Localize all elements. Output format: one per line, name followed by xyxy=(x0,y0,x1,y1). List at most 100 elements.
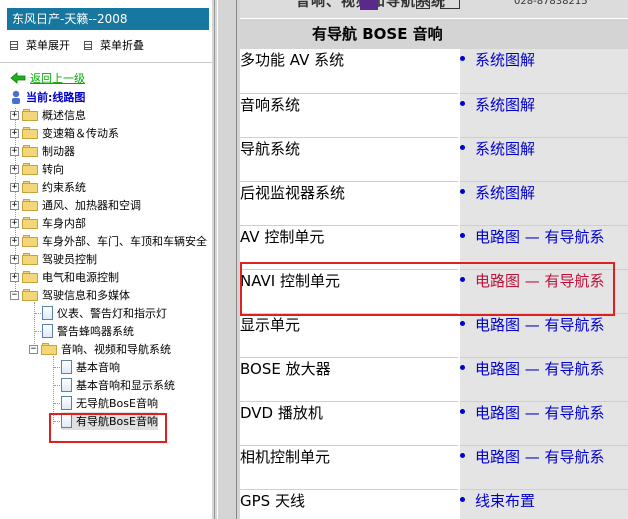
tree-item[interactable]: + 概述信息 xyxy=(10,106,86,124)
folder-icon xyxy=(22,253,38,265)
document-icon xyxy=(61,360,72,374)
back-arrow-icon xyxy=(10,72,26,84)
tree-item[interactable]: 无导航BosE音响 xyxy=(61,394,158,412)
tree-item[interactable]: + 车身内部 xyxy=(10,214,86,232)
component-name: GPS 天线 xyxy=(240,489,459,519)
tree-item[interactable]: + 通风、加热器和空调 xyxy=(10,196,141,214)
diagram-link[interactable]: 系统图解 xyxy=(475,96,535,114)
expand-icon[interactable]: + xyxy=(10,164,19,174)
table-row: GPS 天线 线束布置 xyxy=(240,489,628,519)
tree-connector xyxy=(54,403,60,404)
tree-connector xyxy=(35,331,41,332)
folder-icon xyxy=(22,181,38,193)
link-cell: 系统图解 xyxy=(458,49,628,94)
folder-icon xyxy=(22,127,38,139)
folder-icon xyxy=(22,199,38,211)
tree-connector xyxy=(54,385,60,386)
component-name: 相机控制单元 xyxy=(240,445,459,490)
bullet-icon xyxy=(461,100,465,106)
navigation-pane: 东风日产-天籁--2008 菜单展开 菜单折叠 返回上一级 当前:线路图 + 概述… xyxy=(0,0,212,519)
bullet-icon xyxy=(461,452,465,458)
tree-item[interactable]: + 电气和电源控制 xyxy=(10,268,119,286)
table-row: 多功能 AV 系统 系统图解 xyxy=(240,49,628,94)
link-cell: 系统图解 xyxy=(458,137,628,182)
tree-item[interactable]: + 车身外部、车门、车顶和车辆安全 xyxy=(10,232,207,250)
document-icon xyxy=(61,396,72,410)
component-name: 后视监视器系统 xyxy=(240,181,459,226)
link-cell: 电路图 — 有导航系 xyxy=(458,401,628,446)
collapse-menu-button[interactable]: 菜单折叠 xyxy=(84,37,144,53)
tree-item[interactable]: 仪表、警告灯和指示灯 xyxy=(42,304,167,322)
expand-icon[interactable]: + xyxy=(10,254,19,264)
expand-icon[interactable]: + xyxy=(10,200,19,210)
component-name: 显示单元 xyxy=(240,313,459,358)
folder-icon xyxy=(22,217,38,229)
tree-item[interactable]: 基本音响 xyxy=(61,358,120,376)
tree-item[interactable]: 警告蜂鸣器系统 xyxy=(42,322,134,340)
diagram-link[interactable]: 电路图 — 有导航系 xyxy=(475,360,605,378)
expand-menu-button[interactable]: 菜单展开 xyxy=(10,37,70,53)
tree-item[interactable]: + 变速箱＆传动系 xyxy=(10,124,119,142)
folder-icon xyxy=(22,145,38,157)
vehicle-title: 东风日产-天籁--2008 xyxy=(7,8,209,30)
tree-item[interactable]: + 驾驶员控制 xyxy=(10,250,97,268)
expand-menu-label: 菜单展开 xyxy=(26,39,70,52)
bullet-icon xyxy=(461,232,465,238)
frame-splitter[interactable] xyxy=(212,0,240,519)
back-label: 返回上一级 xyxy=(30,72,85,85)
table-row: DVD 播放机 电路图 — 有导航系 xyxy=(240,401,628,446)
diagram-link[interactable]: 系统图解 xyxy=(475,184,535,202)
diagram-link[interactable]: 电路图 — 有导航系 xyxy=(475,404,605,422)
person-icon xyxy=(12,90,20,104)
table-row: 导航系统 系统图解 xyxy=(240,137,628,182)
content-pane: 音响、视频和导航系统 028-87838215 有导航 BOSE 音响 多功能 … xyxy=(240,0,628,519)
diagram-link[interactable]: 线束布置 xyxy=(475,492,535,510)
tree-connector xyxy=(54,367,60,368)
bullet-icon xyxy=(461,144,465,150)
expand-icon[interactable]: + xyxy=(10,218,19,228)
table-row: 音响系统 系统图解 xyxy=(240,93,628,138)
diagram-link[interactable]: 电路图 — 有导航系 xyxy=(475,228,605,246)
collapse-menu-label: 菜单折叠 xyxy=(100,39,144,52)
bullet-icon xyxy=(461,188,465,194)
current-location: 当前:线路图 xyxy=(10,89,85,105)
tree-item[interactable]: + 制动器 xyxy=(10,142,75,160)
bullet-icon xyxy=(461,364,465,370)
collapse-icon[interactable]: − xyxy=(10,290,19,300)
expand-icon[interactable]: + xyxy=(10,128,19,138)
collapse-icon[interactable]: − xyxy=(29,344,38,354)
list-icon xyxy=(84,40,92,50)
top-strip-number: 028-87838215 xyxy=(514,0,588,7)
tree-item[interactable]: 基本音响和显示系统 xyxy=(61,376,175,394)
folder-icon xyxy=(22,163,38,175)
diagram-link[interactable]: 电路图 — 有导航系 xyxy=(475,316,605,334)
tree-item[interactable]: + 转向 xyxy=(10,160,64,178)
current-label: 当前:线路图 xyxy=(26,91,86,104)
expand-icon[interactable]: + xyxy=(10,182,19,192)
diagram-link[interactable]: 电路图 — 有导航系 xyxy=(475,448,605,466)
section-header: 有导航 BOSE 音响 xyxy=(240,19,628,49)
expand-icon[interactable]: + xyxy=(10,146,19,156)
top-strip: 音响、视频和导航系统 028-87838215 xyxy=(240,0,628,18)
open-folder-icon xyxy=(22,289,38,301)
divider xyxy=(0,62,212,63)
table-row: 显示单元 电路图 — 有导航系 xyxy=(240,313,628,358)
component-name: DVD 播放机 xyxy=(240,401,459,446)
diagram-link[interactable]: 系统图解 xyxy=(475,51,535,69)
banner-block xyxy=(360,0,378,10)
bullet-icon xyxy=(461,496,465,502)
tree-item[interactable]: + 约束系统 xyxy=(10,178,86,196)
diagram-link[interactable]: 系统图解 xyxy=(475,140,535,158)
folder-icon xyxy=(22,271,38,283)
back-link[interactable]: 返回上一级 xyxy=(10,70,85,86)
expand-icon[interactable]: + xyxy=(10,236,19,246)
component-name: 多功能 AV 系统 xyxy=(240,49,459,94)
expand-icon[interactable]: + xyxy=(10,110,19,120)
tree-item-expanded[interactable]: − 驾驶信息和多媒体 xyxy=(10,286,130,304)
link-cell: 系统图解 xyxy=(458,181,628,226)
table-row: 后视监视器系统 系统图解 xyxy=(240,181,628,226)
expand-icon[interactable]: + xyxy=(10,272,19,282)
tree-item-expanded[interactable]: − 音响、视频和导航系统 xyxy=(29,340,171,358)
document-icon xyxy=(42,306,53,320)
link-cell: 系统图解 xyxy=(458,93,628,138)
